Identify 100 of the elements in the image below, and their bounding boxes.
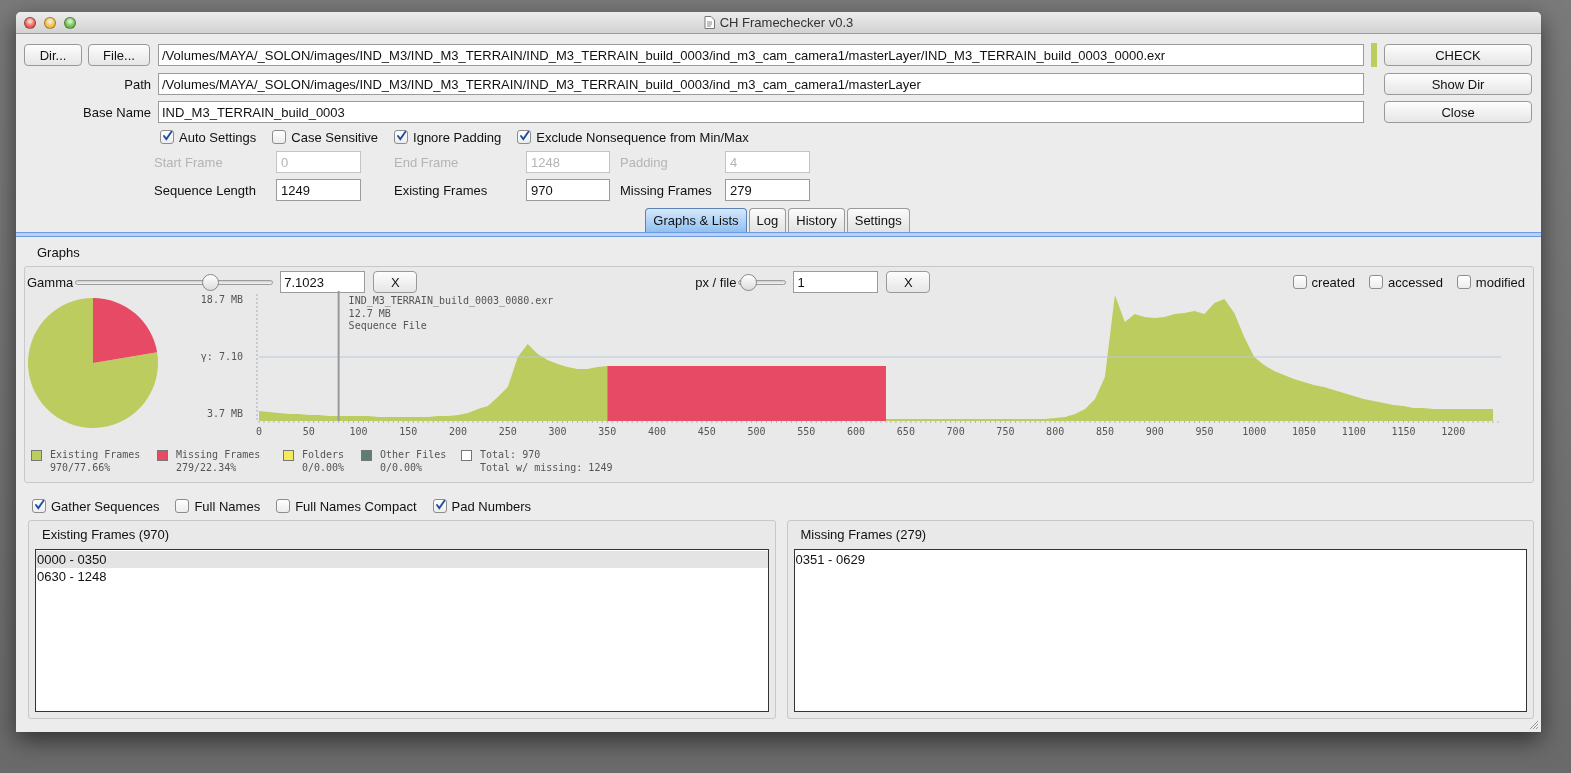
axis-label: γ: 7.10 bbox=[200, 351, 243, 362]
checkbox-label: Case Sensitive bbox=[291, 129, 379, 145]
axis-label: 950 bbox=[1195, 426, 1214, 437]
checkbox[interactable] bbox=[160, 130, 174, 144]
checkbox-label: Full Names bbox=[194, 498, 261, 514]
panel-title: Missing Frames (279) bbox=[799, 526, 928, 544]
field-label: Padding bbox=[619, 154, 669, 170]
checkbox[interactable] bbox=[1368, 275, 1383, 289]
axis-label: 200 bbox=[449, 426, 468, 437]
axis-label: 850 bbox=[1095, 426, 1114, 437]
panel-title: Existing Frames (970) bbox=[41, 526, 171, 544]
checkbox-label: Auto Settings bbox=[179, 129, 257, 145]
button[interactable]: X bbox=[886, 271, 931, 293]
button[interactable]: Close bbox=[1384, 101, 1532, 123]
axis-label: 600 bbox=[847, 426, 866, 437]
list-item[interactable]: 0351 - 0629 bbox=[794, 551, 1526, 568]
slider-thumb[interactable] bbox=[740, 273, 757, 291]
axis-label: 650 bbox=[896, 426, 915, 437]
checkbox[interactable] bbox=[32, 499, 46, 513]
axis-label: 18.7 MB bbox=[200, 294, 243, 305]
input-field[interactable]: 7.1023 bbox=[280, 271, 366, 293]
checkbox[interactable] bbox=[175, 499, 190, 513]
field-label: Path bbox=[123, 76, 151, 92]
input-field[interactable]: 279 bbox=[725, 179, 810, 201]
slider-label: Gamma bbox=[27, 274, 74, 290]
legend-value: 0/0.00% bbox=[380, 462, 424, 473]
axis-label: 350 bbox=[598, 426, 617, 437]
legend-label: Missing Frames bbox=[176, 449, 261, 460]
section-title: Graphs bbox=[36, 244, 81, 262]
tab[interactable]: Settings bbox=[846, 208, 910, 232]
legend-label: Folders bbox=[302, 449, 345, 460]
button[interactable]: Show Dir bbox=[1384, 73, 1532, 95]
slider-thumb[interactable] bbox=[201, 273, 219, 291]
axis-label: 750 bbox=[996, 426, 1015, 437]
axis-label: 0 bbox=[256, 426, 262, 437]
legend-label: Existing Frames bbox=[50, 449, 141, 460]
legend-value: 279/22.34% bbox=[176, 462, 238, 473]
tab[interactable]: Log bbox=[748, 208, 787, 232]
zoom-button[interactable] bbox=[64, 16, 76, 29]
input-field[interactable]: /Volumes/MAYA/_SOLON/images/IND_M3/IND_M3_TERRAIN/IND_M3_TERRAIN_build_0003/ind_m3_cam_camera1/masterLayer bbox=[158, 73, 1364, 95]
checkbox-label: Gather Sequences bbox=[51, 498, 160, 514]
list-item[interactable]: 0000 - 0350 bbox=[36, 551, 768, 568]
tooltip-text: IND_M3_TERRAIN_build_0003_0080.exr bbox=[348, 295, 554, 306]
checkbox-label: accessed bbox=[1387, 274, 1443, 290]
axis-label: 1100 bbox=[1341, 426, 1366, 437]
tab[interactable]: History bbox=[788, 208, 845, 232]
axis-label: 500 bbox=[747, 426, 766, 437]
field-label: End Frame bbox=[393, 154, 460, 170]
axis-label: 1200 bbox=[1441, 426, 1466, 437]
checkbox[interactable] bbox=[276, 499, 291, 513]
axis-label: 400 bbox=[648, 426, 667, 437]
legend-label: Other Files bbox=[380, 449, 447, 460]
checkbox[interactable] bbox=[394, 130, 409, 144]
checkbox-label: Ignore Padding bbox=[413, 129, 502, 145]
axis-label: 300 bbox=[548, 426, 567, 437]
axis-label: 1000 bbox=[1242, 426, 1267, 437]
checkbox[interactable] bbox=[1292, 275, 1307, 289]
legend-value: 0/0.00% bbox=[302, 462, 345, 473]
field-label: Existing Frames bbox=[393, 182, 489, 198]
checkbox-label: Pad Numbers bbox=[451, 498, 531, 514]
input-field[interactable]: /Volumes/MAYA/_SOLON/images/IND_M3/IND_M3_TERRAIN/IND_M3_TERRAIN_build_0003/ind_m3_cam_camera1/masterLayer/IND_M3_TERRAIN_build_0003_0000.exr bbox=[158, 44, 1364, 66]
axis-label: 100 bbox=[349, 426, 368, 437]
axis-label: 50 bbox=[302, 426, 315, 437]
field-label: Base Name bbox=[82, 104, 151, 120]
input-field[interactable]: 1 bbox=[793, 271, 879, 293]
legend-value: Total w/ missing: 1249 bbox=[480, 462, 613, 473]
checkbox-label: Full Names Compact bbox=[295, 498, 417, 514]
input-field[interactable]: 970 bbox=[526, 179, 610, 201]
list-item[interactable]: 0630 - 1248 bbox=[36, 568, 768, 585]
axis-label: 250 bbox=[498, 426, 517, 437]
field-label: Sequence Length bbox=[154, 182, 257, 198]
axis-label: 450 bbox=[697, 426, 716, 437]
input-field[interactable]: IND_M3_TERRAIN_build_0003 bbox=[158, 101, 1364, 123]
checkbox[interactable] bbox=[432, 499, 447, 513]
checkbox-label: Exclude Nonsequence from Min/Max bbox=[536, 129, 749, 145]
minimize-button[interactable] bbox=[44, 16, 56, 29]
input-field[interactable]: 1249 bbox=[276, 179, 361, 201]
tooltip-text: Sequence File bbox=[348, 320, 427, 331]
axis-label: 150 bbox=[399, 426, 418, 437]
resize-grip-icon[interactable] bbox=[1528, 719, 1539, 730]
axis-label: 700 bbox=[946, 426, 965, 437]
window-title: CH Framechecker v0.3 bbox=[719, 15, 854, 30]
tooltip-text: 12.7 MB bbox=[348, 307, 391, 319]
checkbox[interactable] bbox=[517, 130, 532, 144]
button[interactable]: File... bbox=[88, 44, 150, 66]
axis-label: 900 bbox=[1145, 426, 1164, 437]
axis-label: 550 bbox=[797, 426, 816, 437]
checkbox-label: created bbox=[1311, 274, 1355, 290]
checkbox[interactable] bbox=[1456, 275, 1471, 289]
tab[interactable]: Graphs & Lists bbox=[645, 208, 747, 232]
close-button[interactable] bbox=[24, 16, 36, 29]
button[interactable]: CHECK bbox=[1384, 44, 1532, 66]
field-label: Start Frame bbox=[154, 154, 224, 170]
list-box[interactable]: 0000 - 0350 0630 - 1248 bbox=[35, 549, 769, 712]
checkbox-label: modified bbox=[1475, 274, 1525, 290]
button[interactable]: Dir... bbox=[24, 44, 82, 66]
checkbox[interactable] bbox=[272, 130, 287, 144]
axis-label: 800 bbox=[1046, 426, 1065, 437]
button[interactable]: X bbox=[373, 271, 418, 293]
list-box[interactable]: 0351 - 0629 bbox=[793, 549, 1527, 712]
